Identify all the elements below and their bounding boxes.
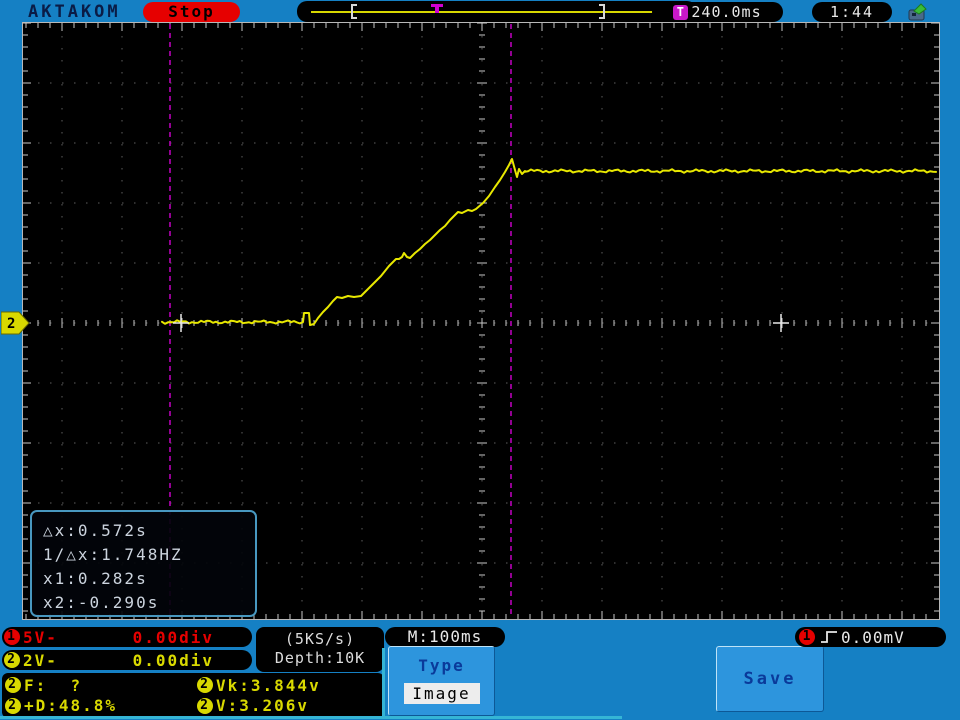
ch1-position: 0.00div (132, 627, 214, 647)
timebase-readout: M:100ms (385, 627, 505, 647)
app-root: AKTAKOM Stop T 240.0ms 1:44 △x:0.572s 1/… (0, 0, 960, 720)
trigger-position-bar-graphic (311, 4, 689, 19)
cursor-inverse-delta-x: 1/△x:1.748HZ (43, 545, 183, 564)
brand-label: AKTAKOM (28, 2, 121, 22)
cursor-x1: x1:0.282s (43, 569, 148, 588)
memory-depth: Depth:10K (274, 649, 366, 667)
cursor-measurement-panel: △x:0.572s 1/△x:1.748HZ x1:0.282s x2:-0.2… (30, 510, 257, 617)
ch2-badge: 2 (4, 652, 20, 668)
ch2-position-marker[interactable]: 2 (1, 311, 31, 335)
ch1-badge: 1 (4, 629, 20, 645)
save-button[interactable]: Save (716, 646, 824, 712)
ch2-badge: 2 (197, 697, 213, 714)
measurement-panel: 2 F: ? 2 Vk:3.844v 2 +D:48.8% 2 V:3.206v (2, 673, 384, 718)
ch1-scale: 5V- (23, 627, 58, 647)
measurement-frequency: 2 F: ? (5, 675, 197, 696)
channel1-status: 1 5V- 0.00div (2, 627, 252, 647)
trigger-delay-value: 240.0ms (691, 3, 762, 21)
type-menu-value[interactable]: Image (403, 683, 480, 704)
sample-rate: (5KS/s) (284, 630, 356, 648)
ch1-badge: 1 (799, 629, 815, 645)
ch2-scale: 2V- (23, 650, 58, 670)
rising-edge-icon (821, 631, 837, 643)
waveform-display: △x:0.572s 1/△x:1.748HZ x1:0.282s x2:-0.2… (22, 22, 940, 620)
trigger-level-readout: 1 0.00mV (795, 627, 946, 647)
trigger-t-icon: T (673, 4, 689, 20)
ch2-badge: 2 (5, 677, 21, 694)
menu-separator (382, 648, 385, 716)
measurement-v: 2 V:3.206v (197, 696, 384, 717)
trigger-delay-readout: T 240.0ms (652, 2, 783, 22)
usb-icon (908, 3, 927, 21)
acquisition-status-badge: Stop (143, 2, 240, 22)
cursor-delta-x: △x:0.572s (43, 521, 148, 540)
clock-readout: 1:44 (812, 2, 892, 22)
measurement-duty: 2 +D:48.8% (5, 696, 197, 717)
ch2-position: 0.00div (132, 650, 214, 670)
trigger-position-bar[interactable] (297, 1, 697, 22)
acquisition-info: (5KS/s) Depth:10K (256, 627, 384, 672)
channel2-status: 2 2V- 0.00div (2, 650, 252, 670)
type-menu-label: Type (418, 656, 465, 675)
cursor-x2: x2:-0.290s (43, 593, 160, 612)
save-type-menu[interactable]: Type Image (388, 646, 495, 716)
svg-text:2: 2 (7, 316, 15, 332)
bottom-separator (0, 716, 622, 719)
measurement-vk: 2 Vk:3.844v (197, 675, 384, 696)
ch2-badge: 2 (197, 677, 213, 694)
ch2-badge: 2 (5, 697, 21, 714)
trigger-level-value: 0.00mV (841, 627, 905, 647)
